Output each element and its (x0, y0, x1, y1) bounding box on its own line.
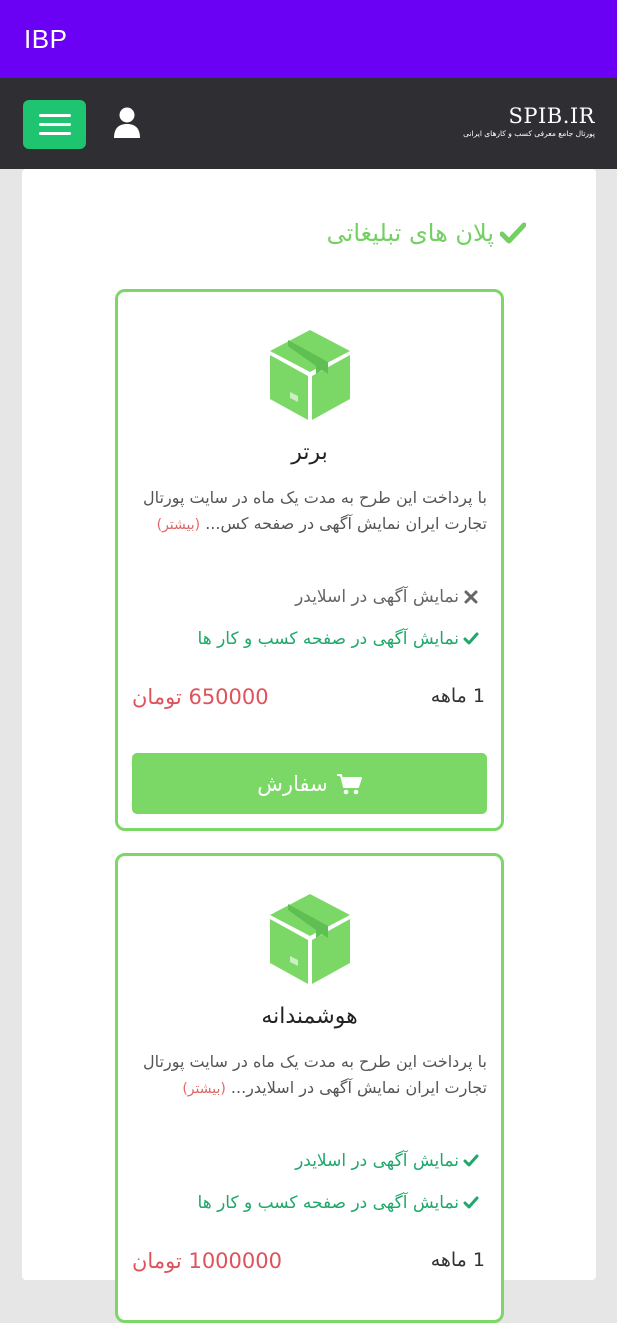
feature-item: نمایش آگهی در اسلایدر (295, 1151, 479, 1171)
price-currency: تومان (132, 685, 182, 709)
check-icon (500, 222, 526, 244)
user-icon[interactable] (113, 107, 141, 139)
plan-price: 1000000 تومان (132, 1249, 282, 1273)
site-navbar: SPIB.IR پورتال جامع معرفی کسب و کارهای ا… (0, 78, 617, 169)
order-button-label: سفارش (257, 771, 328, 796)
site-logo[interactable]: SPIB.IR پورتال جامع معرفی کسب و کارهای ا… (463, 104, 595, 140)
cross-icon (464, 590, 478, 604)
plan-card: برتر با پرداخت این طرح به مدت یک ماه در … (115, 289, 504, 831)
check-icon (463, 1196, 479, 1209)
shopping-cart-icon (336, 773, 362, 794)
plan-card: هوشمندانه با پرداخت این طرح به مدت یک ما… (115, 853, 504, 1323)
feature-item: نمایش آگهی در صفحه کسب و کار ها (198, 629, 479, 649)
feature-label: نمایش آگهی در صفحه کسب و کار ها (197, 629, 459, 649)
check-icon (463, 1154, 479, 1167)
main-content: پلان های تبلیغاتی برتر با پرداخت این طرح… (22, 169, 596, 1323)
plan-name: برتر (291, 440, 328, 465)
hamburger-menu-button[interactable] (23, 100, 86, 149)
feature-label: نمایش آگهی در اسلایدر (295, 587, 459, 607)
package-box-icon (270, 894, 350, 984)
menu-icon-bar (38, 123, 71, 126)
plan-duration: 1 ماهه (430, 685, 485, 707)
plan-description: با پرداخت این طرح به مدت یک ماه در سایت … (132, 485, 487, 538)
price-currency: تومان (132, 1249, 182, 1273)
menu-icon-bar (38, 114, 71, 117)
plan-description: با پرداخت این طرح به مدت یک ماه در سایت … (132, 1049, 487, 1102)
feature-item: نمایش آگهی در صفحه کسب و کار ها (198, 1193, 479, 1213)
price-value: 1000000 (188, 1249, 282, 1273)
logo-tagline: پورتال جامع معرفی کسب و کارهای ایرانی (463, 129, 595, 138)
section-title-text: پلان های تبلیغاتی (326, 219, 494, 247)
feature-label: نمایش آگهی در صفحه کسب و کار ها (197, 1193, 459, 1213)
feature-item: نمایش آگهی در اسلایدر (295, 587, 479, 607)
logo-text: SPIB.IR (508, 104, 595, 128)
app-title: IBP (24, 23, 68, 54)
section-title: پلان های تبلیغاتی (327, 219, 526, 247)
feature-label: نمایش آگهی در اسلایدر (295, 1151, 459, 1171)
order-button[interactable]: سفارش (132, 753, 487, 814)
more-link[interactable]: (بیشتر) (157, 517, 200, 533)
check-icon (463, 632, 479, 645)
plan-price: 650000 تومان (132, 685, 269, 709)
plan-duration: 1 ماهه (430, 1249, 485, 1271)
app-bar: IBP (0, 0, 617, 78)
menu-icon-bar (38, 132, 71, 135)
package-box-icon (270, 330, 350, 420)
more-link[interactable]: (بیشتر) (182, 1081, 225, 1097)
price-value: 650000 (188, 685, 269, 709)
plan-name: هوشمندانه (261, 1004, 358, 1029)
